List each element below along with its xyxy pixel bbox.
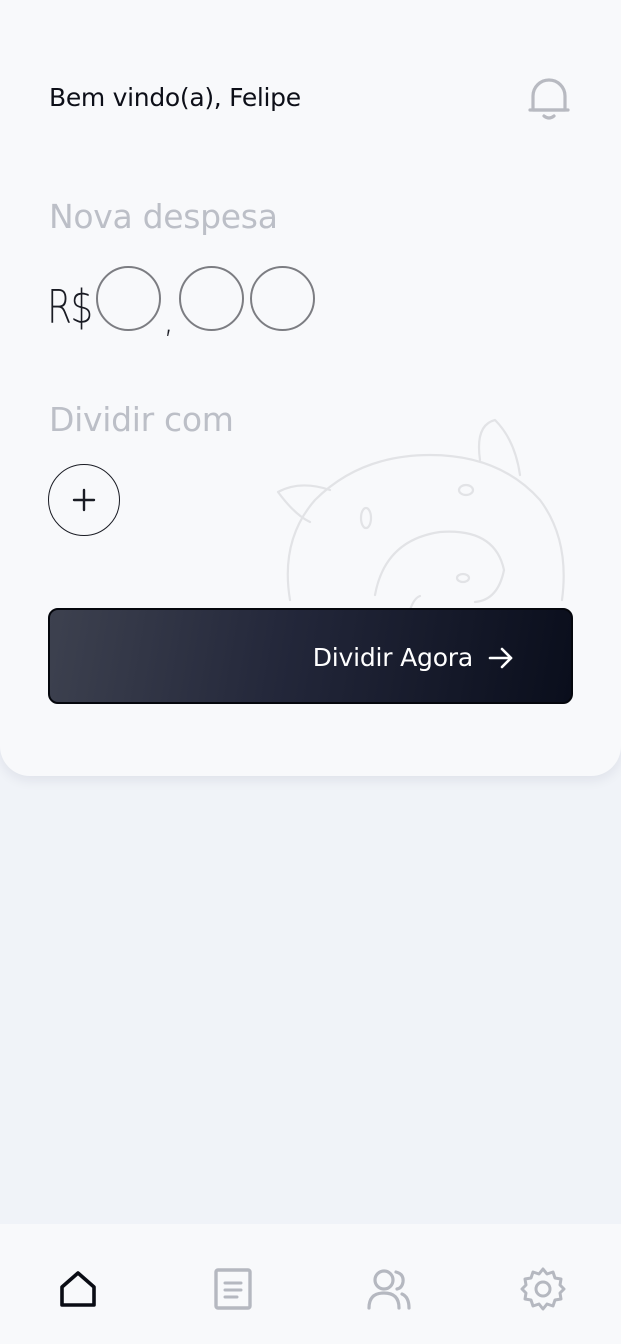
document-list-icon bbox=[214, 1268, 252, 1310]
arrow-right-icon bbox=[488, 647, 513, 669]
bell-icon[interactable] bbox=[526, 74, 572, 122]
amount-digit-2[interactable] bbox=[179, 266, 244, 331]
split-now-label: Dividir Agora bbox=[312, 643, 473, 672]
users-icon bbox=[367, 1269, 411, 1310]
bottom-navigation bbox=[0, 1224, 621, 1344]
add-person-button[interactable] bbox=[48, 464, 120, 536]
amount-digit-1[interactable] bbox=[96, 266, 161, 331]
split-now-button[interactable]: Dividir Agora bbox=[48, 608, 573, 704]
split-with-label: Dividir com bbox=[49, 400, 234, 439]
nav-home[interactable] bbox=[49, 1260, 107, 1318]
piggy-illustration bbox=[276, 418, 565, 612]
decimal-separator: , bbox=[163, 300, 175, 341]
amount-digit-3[interactable] bbox=[250, 266, 315, 331]
new-expense-card: Bem vindo(a), Felipe Nova despesa R$ , D… bbox=[0, 0, 621, 776]
app-screen: Bem vindo(a), Felipe Nova despesa R$ , D… bbox=[0, 0, 621, 1344]
nav-friends[interactable] bbox=[360, 1260, 418, 1318]
amount-input-group: R$ , bbox=[47, 262, 337, 342]
currency-symbol: R$ bbox=[47, 280, 93, 334]
welcome-greeting: Bem vindo(a), Felipe bbox=[49, 83, 301, 112]
nav-settings[interactable] bbox=[514, 1260, 572, 1318]
nav-expenses-list[interactable] bbox=[204, 1260, 262, 1318]
new-expense-label: Nova despesa bbox=[49, 197, 278, 236]
plus-icon bbox=[72, 488, 96, 512]
home-icon bbox=[60, 1271, 96, 1307]
settings-gear-icon bbox=[520, 1267, 566, 1311]
